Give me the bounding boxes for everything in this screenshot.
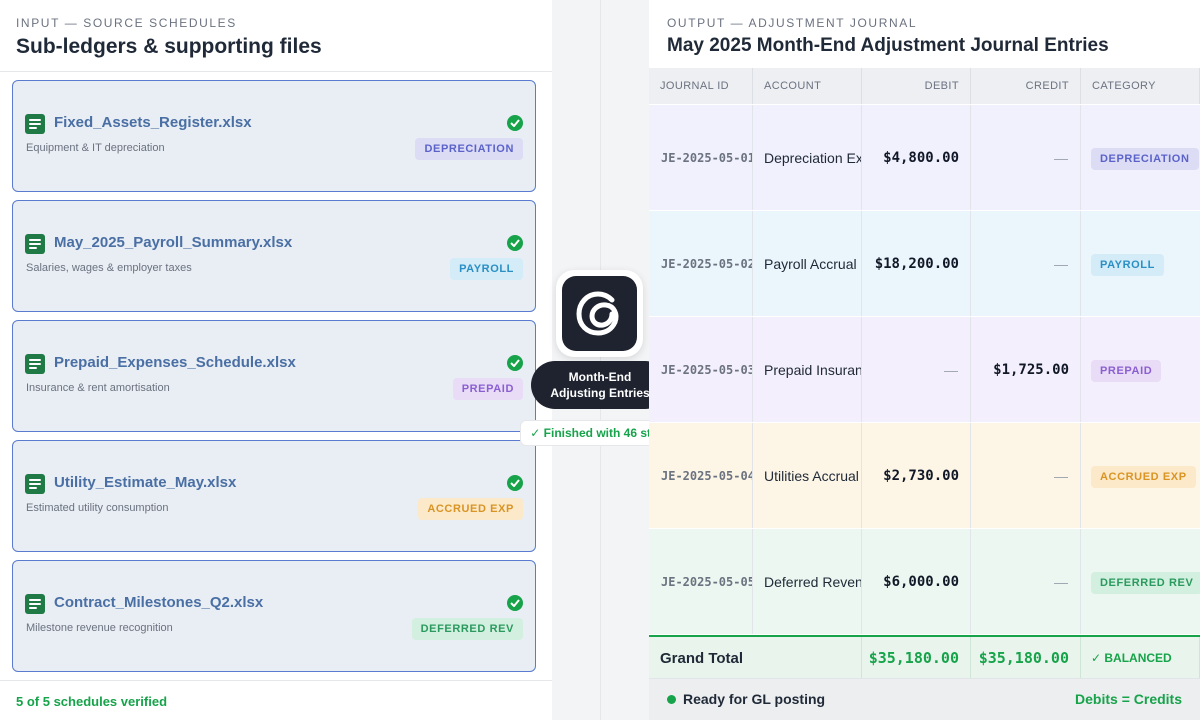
- debit-cell: $4,800.00: [862, 105, 971, 210]
- total-credit: $35,180.00: [971, 637, 1081, 679]
- source-schedules-panel: INPUT — SOURCE SCHEDULES Sub-ledgers & s…: [0, 0, 552, 720]
- file-name[interactable]: Prepaid_Expenses_Schedule.xlsx: [54, 354, 296, 371]
- category-tag: PREPAID: [452, 378, 523, 400]
- column-header-account[interactable]: ACCOUNT: [753, 68, 862, 104]
- file-card[interactable]: Utility_Estimate_May.xlsx Estimated util…: [12, 440, 536, 552]
- credit-cell: —: [971, 423, 1081, 528]
- category-tag: PAYROLL: [1091, 254, 1164, 276]
- column-header-debit[interactable]: DEBIT: [862, 68, 971, 104]
- category-tag: DEFERRED REV: [1091, 572, 1200, 594]
- journal-id-cell: JE-2025-05-01: [649, 105, 753, 210]
- file-name[interactable]: Utility_Estimate_May.xlsx: [54, 474, 236, 491]
- file-name[interactable]: Fixed_Assets_Register.xlsx: [54, 114, 252, 131]
- verified-check-icon: [507, 115, 523, 131]
- verified-check-icon: [507, 235, 523, 251]
- category-tag: DEPRECIATION: [1091, 148, 1199, 170]
- debit-cell: —: [862, 317, 971, 422]
- journal-panel-header: OUTPUT — ADJUSTMENT JOURNAL May 2025 Mon…: [649, 0, 1200, 68]
- category-tag: PAYROLL: [450, 258, 523, 280]
- journal-panel-title: May 2025 Month-End Adjustment Journal En…: [667, 35, 1109, 56]
- account-cell: Payroll Accrual: [753, 211, 862, 316]
- category-tag: DEFERRED REV: [411, 618, 523, 640]
- category-cell: DEFERRED REV: [1081, 529, 1200, 634]
- workflow-app-icon[interactable]: [556, 270, 643, 357]
- posting-status-text: Ready for GL posting: [683, 691, 826, 707]
- verification-status: 5 of 5 schedules verified: [0, 680, 552, 720]
- file-description: Estimated utility consumption: [26, 502, 169, 514]
- file-description: Milestone revenue recognition: [26, 622, 173, 634]
- column-header-category[interactable]: CATEGORY: [1081, 68, 1200, 104]
- file-description: Insurance & rent amortisation: [26, 382, 170, 394]
- journal-id-cell: JE-2025-05-02: [649, 211, 753, 316]
- file-name[interactable]: Contract_Milestones_Q2.xlsx: [54, 594, 263, 611]
- debit-cell: $18,200.00: [862, 211, 971, 316]
- category-tag: ACCRUED EXP: [1091, 466, 1196, 488]
- table-row[interactable]: JE-2025-05-02 Payroll Accrual $18,200.00…: [649, 211, 1200, 317]
- table-row[interactable]: JE-2025-05-01 Depreciation Expense $4,80…: [649, 105, 1200, 211]
- account-cell: Depreciation Expense: [753, 105, 862, 210]
- table-row[interactable]: JE-2025-05-03 Prepaid Insurance — $1,725…: [649, 317, 1200, 423]
- category-cell: PREPAID: [1081, 317, 1200, 422]
- verified-check-icon: [507, 595, 523, 611]
- journal-table: JOURNAL ID ACCOUNT DEBIT CREDIT CATEGORY…: [649, 68, 1200, 680]
- column-header-journal-id[interactable]: JOURNAL ID: [649, 68, 753, 104]
- panel-divider: [600, 0, 601, 720]
- file-card[interactable]: Prepaid_Expenses_Schedule.xlsx Insurance…: [12, 320, 536, 432]
- spreadsheet-file-icon: [25, 474, 45, 494]
- file-card[interactable]: Contract_Milestones_Q2.xlsx Milestone re…: [12, 560, 536, 672]
- journal-id-cell: JE-2025-05-03: [649, 317, 753, 422]
- category-cell: ACCRUED EXP: [1081, 423, 1200, 528]
- balance-check-text: Debits = Credits: [1075, 691, 1182, 707]
- posting-status-bar: Ready for GL posting Debits = Credits: [649, 678, 1200, 720]
- file-card-list: Fixed_Assets_Register.xlsx Equipment & I…: [12, 80, 536, 680]
- source-panel-header: INPUT — SOURCE SCHEDULES Sub-ledgers & s…: [0, 0, 552, 72]
- category-cell: DEPRECIATION: [1081, 105, 1200, 210]
- file-card[interactable]: May_2025_Payroll_Summary.xlsx Salaries, …: [12, 200, 536, 312]
- journal-panel-kicker: OUTPUT — ADJUSTMENT JOURNAL: [667, 16, 918, 30]
- file-card[interactable]: Fixed_Assets_Register.xlsx Equipment & I…: [12, 80, 536, 192]
- credit-cell: —: [971, 529, 1081, 634]
- credit-cell: $1,725.00: [971, 317, 1081, 422]
- account-cell: Deferred Revenue: [753, 529, 862, 634]
- category-cell: PAYROLL: [1081, 211, 1200, 316]
- spreadsheet-file-icon: [25, 114, 45, 134]
- total-debit: $35,180.00: [862, 637, 971, 679]
- spreadsheet-file-icon: [25, 354, 45, 374]
- journal-id-cell: JE-2025-05-05: [649, 529, 753, 634]
- journal-id-cell: JE-2025-05-04: [649, 423, 753, 528]
- grand-total-row: Grand Total $35,180.00 $35,180.00 ✓ BALA…: [649, 635, 1200, 680]
- table-row[interactable]: JE-2025-05-04 Utilities Accrual $2,730.0…: [649, 423, 1200, 529]
- table-header-row: JOURNAL ID ACCOUNT DEBIT CREDIT CATEGORY: [649, 68, 1200, 105]
- loop-logo-icon: [562, 276, 637, 351]
- adjustment-journal-panel: OUTPUT — ADJUSTMENT JOURNAL May 2025 Mon…: [649, 0, 1200, 720]
- account-cell: Prepaid Insurance: [753, 317, 862, 422]
- debit-cell: $6,000.00: [862, 529, 971, 634]
- source-panel-title: Sub-ledgers & supporting files: [16, 35, 322, 58]
- category-tag: DEPRECIATION: [415, 138, 523, 160]
- credit-cell: —: [971, 105, 1081, 210]
- file-description: Equipment & IT depreciation: [26, 142, 165, 154]
- category-tag: PREPAID: [1091, 360, 1162, 382]
- category-tag: ACCRUED EXP: [418, 498, 523, 520]
- spreadsheet-file-icon: [25, 234, 45, 254]
- verified-check-icon: [507, 475, 523, 491]
- column-header-credit[interactable]: CREDIT: [971, 68, 1081, 104]
- app-root: INPUT — SOURCE SCHEDULES Sub-ledgers & s…: [0, 0, 1200, 720]
- spreadsheet-file-icon: [25, 594, 45, 614]
- verified-check-icon: [507, 355, 523, 371]
- credit-cell: —: [971, 211, 1081, 316]
- balanced-status: ✓ BALANCED: [1081, 637, 1200, 679]
- grand-total-label: Grand Total: [649, 637, 862, 679]
- file-description: Salaries, wages & employer taxes: [26, 262, 192, 274]
- file-name[interactable]: May_2025_Payroll_Summary.xlsx: [54, 234, 292, 251]
- status-dot-icon: [667, 695, 676, 704]
- account-cell: Utilities Accrual: [753, 423, 862, 528]
- source-panel-kicker: INPUT — SOURCE SCHEDULES: [16, 16, 237, 30]
- table-row[interactable]: JE-2025-05-05 Deferred Revenue $6,000.00…: [649, 529, 1200, 635]
- debit-cell: $2,730.00: [862, 423, 971, 528]
